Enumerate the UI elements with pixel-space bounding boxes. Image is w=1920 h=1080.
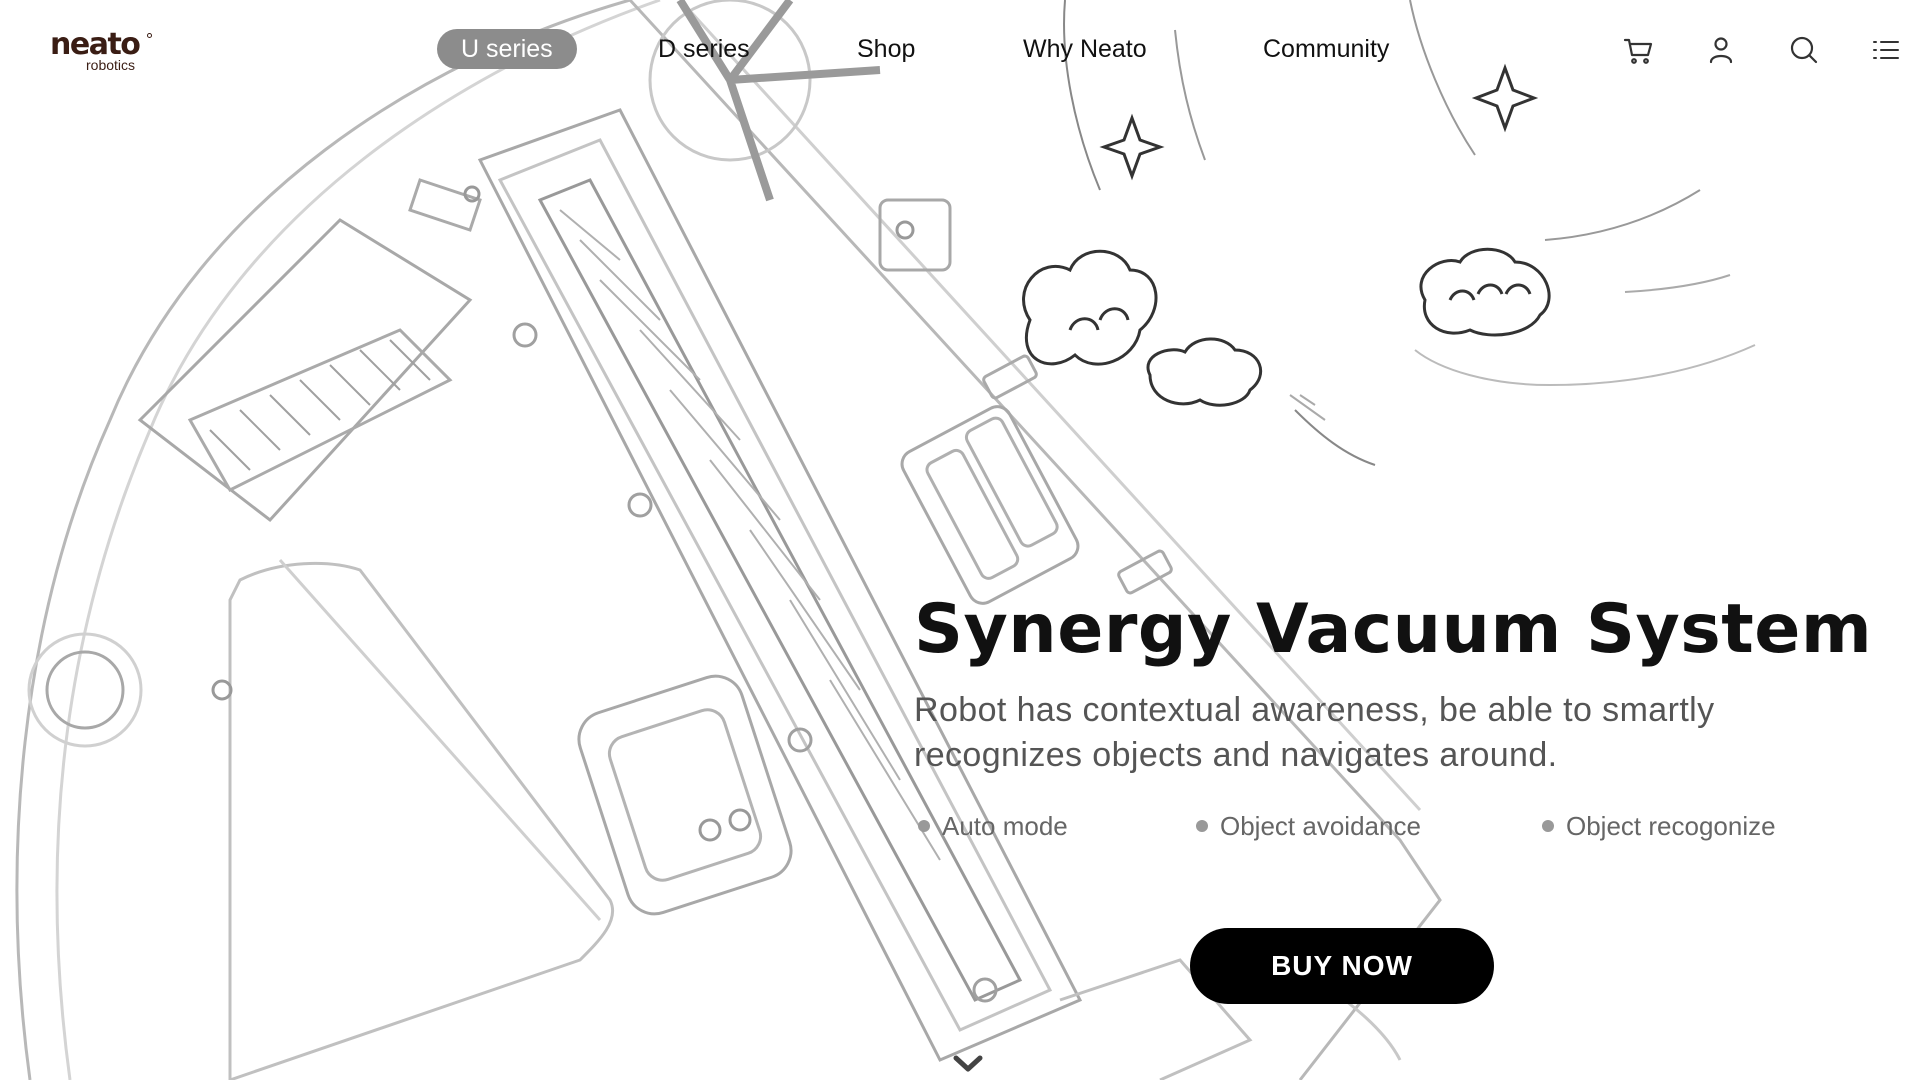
logo-tagline: robotics bbox=[86, 57, 136, 73]
feature-item: Object recogonize bbox=[1542, 808, 1776, 844]
cart-icon[interactable] bbox=[1620, 32, 1656, 68]
bullet-icon bbox=[918, 820, 930, 833]
user-icon[interactable] bbox=[1703, 32, 1739, 68]
site-header: neato robotics U series D series Shop Wh… bbox=[0, 0, 1920, 100]
hero-title: Synergy Vacuum System bbox=[914, 590, 1873, 669]
feature-label: Object recogonize bbox=[1566, 811, 1776, 841]
nav-item-u-series[interactable]: U series bbox=[437, 29, 577, 69]
feature-item: Auto mode bbox=[918, 808, 1068, 844]
nav-item-community[interactable]: Community bbox=[1263, 29, 1389, 69]
nav-item-why-neato[interactable]: Why Neato bbox=[1023, 29, 1147, 69]
buy-now-button[interactable]: BUY NOW bbox=[1190, 928, 1494, 1004]
hero-subtitle: Robot has contextual awareness, be able … bbox=[914, 691, 1715, 774]
neato-logo[interactable]: neato robotics bbox=[50, 28, 160, 73]
menu-list-icon[interactable] bbox=[1868, 32, 1904, 68]
robot-vacuum-illustration bbox=[15, 0, 1756, 1080]
search-icon[interactable] bbox=[1786, 32, 1822, 68]
nav-item-d-series[interactable]: D series bbox=[658, 29, 750, 69]
feature-item: Object avoidance bbox=[1196, 808, 1421, 844]
feature-label: Auto mode bbox=[942, 811, 1068, 841]
bullet-icon bbox=[1196, 820, 1208, 833]
feature-list: Auto mode Object avoidance Object recogo… bbox=[914, 808, 1814, 844]
chevron-down-icon[interactable] bbox=[950, 1052, 986, 1076]
registered-mark-icon bbox=[147, 33, 152, 38]
nav-item-shop[interactable]: Shop bbox=[857, 29, 915, 69]
bullet-icon bbox=[1542, 820, 1554, 833]
feature-label: Object avoidance bbox=[1220, 811, 1421, 841]
hero-content: Synergy Vacuum System Robot has contextu… bbox=[914, 590, 1873, 844]
